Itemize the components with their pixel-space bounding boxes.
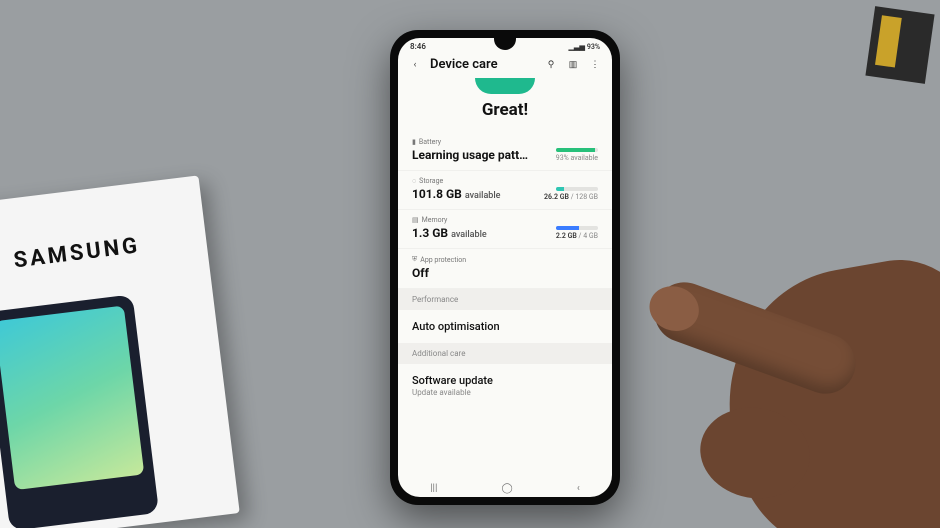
back-icon[interactable]: ‹: [408, 60, 422, 70]
software-update-row[interactable]: Software update Update available: [398, 364, 612, 407]
battery-pct: 93%: [587, 43, 600, 51]
phone-body: 8:46 ▁▃▅ 93% ‹ Device care ⚲ ▥ ⋮ Great! …: [390, 30, 620, 505]
score-arc: [475, 78, 535, 94]
status-time: 8:46: [410, 42, 426, 51]
battery-main: Learning usage patt…: [412, 148, 528, 162]
signal-icon: ▁▃▅: [569, 43, 585, 51]
memory-icon: ▤: [412, 216, 419, 224]
phone-screen: 8:46 ▁▃▅ 93% ‹ Device care ⚲ ▥ ⋮ Great! …: [398, 38, 612, 497]
more-icon[interactable]: ⋮: [588, 60, 602, 70]
search-icon[interactable]: ⚲: [544, 60, 558, 70]
auto-optimisation-row[interactable]: Auto optimisation: [398, 310, 612, 343]
battery-card[interactable]: ▮ Battery Learning usage patt… 93% avail…: [398, 132, 612, 171]
nav-bar: ||| ◯ ‹: [398, 479, 612, 497]
memory-main: 1.3 GB available: [412, 226, 487, 240]
memory-card[interactable]: ▤ Memory 1.3 GB available 2.2 GB / 4 GB: [398, 210, 612, 249]
storage-icon: ◌: [412, 177, 416, 185]
memory-label: ▤ Memory: [412, 216, 598, 224]
storage-card[interactable]: ◌ Storage 101.8 GB available 26.2 GB / 1…: [398, 171, 612, 210]
toolbar: ‹ Device care ⚲ ▥ ⋮: [398, 53, 612, 78]
battery-label: ▮ Battery: [412, 138, 598, 146]
app-protection-label: ⛨ App protection: [412, 255, 598, 264]
page-title: Device care: [430, 57, 536, 72]
samsung-logo: SAMSUNG: [0, 225, 207, 281]
hand: [590, 148, 940, 528]
samsung-box: SAMSUNG: [0, 175, 240, 528]
box-art-phone: [0, 294, 159, 528]
nav-home-icon[interactable]: ◯: [502, 483, 513, 494]
background-prop: [865, 6, 934, 84]
section-performance: Performance: [398, 289, 612, 310]
shield-icon: ⛨: [412, 255, 417, 264]
app-protection-card[interactable]: ⛨ App protection Off: [398, 249, 612, 289]
nav-back-icon[interactable]: ‹: [577, 483, 580, 494]
battery-icon: ▮: [412, 138, 416, 146]
section-additional: Additional care: [398, 343, 612, 364]
nav-recents-icon[interactable]: |||: [430, 483, 437, 494]
score-word: Great!: [398, 100, 612, 120]
photo-scene: SAMSUNG 8:46 ▁▃▅ 93% ‹ Device care ⚲ ▥ ⋮…: [0, 0, 940, 528]
chart-icon[interactable]: ▥: [566, 60, 580, 70]
status-right: ▁▃▅ 93%: [569, 42, 600, 51]
storage-label: ◌ Storage: [412, 177, 598, 185]
app-protection-value: Off: [412, 266, 598, 280]
storage-main: 101.8 GB available: [412, 187, 500, 201]
